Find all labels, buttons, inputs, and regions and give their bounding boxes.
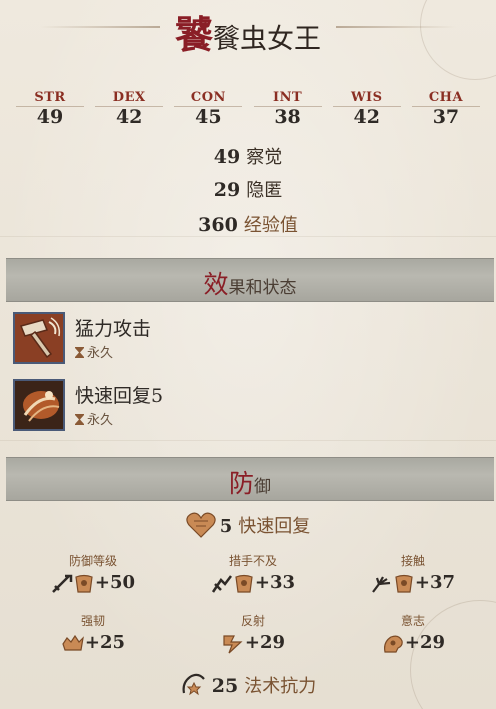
ability-wis: WIS 42 bbox=[332, 90, 401, 130]
perception-stat: 49 察觉 bbox=[0, 143, 496, 169]
flat-footed-icon bbox=[211, 575, 232, 593]
ability-dex: DEX 42 bbox=[95, 90, 164, 130]
ability-value: 42 bbox=[353, 106, 380, 128]
section-initial: 效 bbox=[203, 270, 229, 299]
saving-throws-row: 强韧 +25 反射 +29 意志 +29 bbox=[0, 613, 496, 663]
perception-value: 49 bbox=[213, 146, 241, 168]
title-bar: 饕餮虫女王 bbox=[0, 0, 496, 57]
ability-name: WIS bbox=[332, 90, 401, 107]
stealth-stat: 29 隐匿 bbox=[0, 176, 496, 202]
armor-icon bbox=[235, 574, 253, 593]
stat-label: 意志 bbox=[400, 614, 425, 628]
stat-value-group: +29 bbox=[338, 629, 488, 657]
stat-label: 接触 bbox=[400, 554, 425, 568]
stat-value: +29 bbox=[404, 632, 446, 653]
divider bbox=[0, 440, 496, 441]
stat-value: +50 bbox=[94, 572, 136, 593]
stealth-value: 29 bbox=[213, 179, 241, 201]
stealth-label: 隐匿 bbox=[246, 180, 283, 201]
hourglass-icon bbox=[75, 347, 84, 358]
fast-healing-value: 5 bbox=[219, 516, 233, 537]
save-will: 意志 +29 bbox=[338, 613, 488, 657]
effect-item[interactable]: 猛力攻击 永久 bbox=[13, 312, 473, 364]
title-rest: 餮虫女王 bbox=[213, 24, 321, 55]
clipped-row bbox=[0, 62, 496, 74]
ability-value: 38 bbox=[274, 106, 301, 128]
ability-scores: STR 49 DEX 42 CON 45 INT 38 WIS 42 CHA 37 bbox=[16, 90, 480, 130]
effects-section-header: 效果和状态 bbox=[6, 258, 494, 302]
fast-healing-icon bbox=[13, 379, 65, 431]
stat-value-group: +29 bbox=[178, 629, 328, 657]
spell-resistance-icon bbox=[182, 673, 205, 696]
effect-name: 猛力攻击 bbox=[75, 318, 152, 340]
armor-icon bbox=[395, 574, 413, 593]
ability-name: INT bbox=[253, 90, 322, 107]
effect-item[interactable]: 快速回复5 永久 bbox=[13, 379, 473, 431]
stat-value: +37 bbox=[414, 572, 456, 593]
ability-con: CON 45 bbox=[174, 90, 243, 130]
experience-value: 360 bbox=[198, 214, 238, 236]
ability-name: DEX bbox=[95, 90, 164, 107]
effect-duration: 永久 bbox=[75, 342, 113, 361]
ability-value: 45 bbox=[195, 106, 222, 128]
save-reflex: 反射 +29 bbox=[178, 613, 328, 657]
stat-value-group: +50 bbox=[18, 569, 168, 597]
perception-label: 察觉 bbox=[246, 147, 283, 168]
heart-icon bbox=[186, 512, 216, 538]
armor-class-touch: 接触 +37 bbox=[338, 553, 488, 597]
page-title: 饕餮虫女王 bbox=[0, 4, 496, 59]
experience-stat: 360 经验值 bbox=[0, 211, 496, 237]
stat-value: +25 bbox=[84, 632, 126, 653]
stat-value-group: +25 bbox=[18, 629, 168, 657]
title-initial: 饕 bbox=[174, 12, 213, 57]
armor-class-total: 防御等级 +50 bbox=[18, 553, 168, 597]
spell-resistance-value: 25 bbox=[211, 675, 239, 697]
section-title-rest: 御 bbox=[254, 477, 271, 497]
sword-icon bbox=[52, 574, 73, 593]
save-fortitude: 强韧 +25 bbox=[18, 613, 168, 657]
ability-int: INT 38 bbox=[253, 90, 322, 130]
section-title-rest: 果和状态 bbox=[228, 278, 297, 298]
touch-hand-icon bbox=[372, 576, 391, 593]
section-initial: 防 bbox=[228, 469, 254, 498]
ability-cha: CHA 37 bbox=[411, 90, 480, 130]
stat-value: +33 bbox=[254, 572, 296, 593]
experience-label: 经验值 bbox=[243, 215, 298, 236]
fast-healing-label: 快速回复 bbox=[238, 516, 311, 537]
effect-duration-text: 永久 bbox=[87, 346, 114, 361]
defense-section-header: 防御 bbox=[6, 457, 494, 501]
effect-duration-text: 永久 bbox=[87, 413, 114, 428]
armor-class-row: 防御等级 +50 措手不及 +33 接触 +37 bbox=[0, 553, 496, 603]
stat-value-group: +37 bbox=[338, 569, 488, 597]
power-attack-hammer-icon bbox=[13, 312, 65, 364]
spell-resistance-label: 法术抗力 bbox=[244, 676, 317, 697]
creature-info-panel: 饕餮虫女王 STR 49 DEX 42 CON 45 INT 38 WIS 42 CHA 3… bbox=[0, 0, 496, 709]
stat-value: +29 bbox=[244, 632, 286, 653]
hourglass-icon bbox=[75, 414, 84, 425]
armor-icon bbox=[75, 574, 93, 593]
ability-str: STR 49 bbox=[16, 90, 84, 130]
stat-label: 反射 bbox=[240, 614, 265, 628]
ability-name: CON bbox=[174, 90, 243, 107]
fortitude-icon bbox=[62, 634, 84, 651]
spell-resistance-stat: 25 法术抗力 bbox=[0, 672, 496, 698]
ability-value: 49 bbox=[36, 106, 64, 128]
effect-name: 快速回复5 bbox=[75, 385, 164, 407]
armor-class-flat-footed: 措手不及 +33 bbox=[178, 553, 328, 597]
stat-value-group: +33 bbox=[178, 569, 328, 597]
ability-value: 37 bbox=[432, 106, 460, 128]
reflex-icon bbox=[223, 635, 243, 654]
fast-healing-stat: 5 快速回复 bbox=[0, 512, 496, 538]
effect-duration: 永久 bbox=[75, 409, 113, 428]
will-icon bbox=[383, 635, 403, 653]
ability-name: STR bbox=[16, 90, 84, 107]
ability-name: CHA bbox=[411, 90, 480, 107]
ability-value: 42 bbox=[115, 106, 143, 128]
stat-label: 防御等级 bbox=[68, 554, 117, 568]
stat-label: 强韧 bbox=[80, 614, 105, 628]
stat-label: 措手不及 bbox=[228, 554, 277, 568]
